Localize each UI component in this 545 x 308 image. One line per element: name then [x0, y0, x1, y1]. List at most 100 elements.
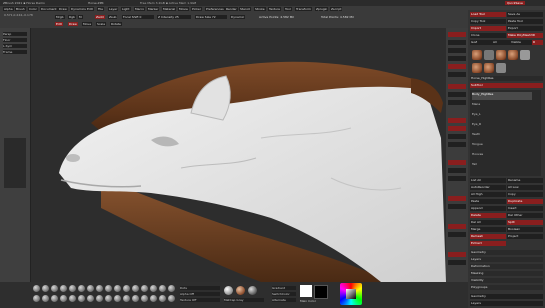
all-button[interactable]: All	[492, 40, 510, 45]
main-color-swatch[interactable]	[300, 285, 312, 297]
brush-icon[interactable]	[114, 295, 121, 302]
material-sphere-icon[interactable]	[224, 286, 233, 295]
quicksave-button[interactable]: QuickSave	[505, 1, 525, 5]
color-picker-square[interactable]	[346, 289, 356, 299]
subtool-item[interactable]: Tongue	[472, 142, 532, 150]
subtool-item[interactable]: Eye_L	[472, 112, 532, 120]
project-button[interactable]: Project	[507, 234, 543, 239]
brush-icon[interactable]	[33, 295, 40, 302]
right-shelf-button[interactable]	[448, 48, 466, 53]
clone-button[interactable]: Clone	[470, 33, 506, 38]
brush-icon[interactable]	[69, 295, 76, 302]
split-button[interactable]: Split	[507, 220, 543, 225]
paste-button[interactable]: Paste	[470, 199, 506, 204]
menu-zscript[interactable]: Zscript	[330, 7, 343, 11]
move-button[interactable]: Move	[82, 22, 93, 26]
alternate-button[interactable]: Alternate	[272, 298, 296, 302]
right-shelf-button[interactable]	[448, 134, 466, 139]
brush-icon[interactable]	[42, 285, 49, 292]
masking-section[interactable]: Masking	[470, 271, 543, 276]
subtool-item[interactable]: Body_HighRes	[472, 92, 532, 100]
geometry-footer[interactable]: Geometry	[470, 294, 543, 299]
menu-movie[interactable]: Movie	[178, 7, 189, 11]
right-shelf-button[interactable]	[448, 142, 466, 147]
brush-icon[interactable]	[105, 295, 112, 302]
import-button[interactable]: Import	[470, 26, 506, 31]
menu-texture[interactable]: Texture	[268, 7, 281, 11]
subtool-item[interactable]: Eye_R	[472, 122, 532, 130]
right-shelf-button[interactable]	[448, 100, 466, 105]
menu-preferences[interactable]: Preferences	[205, 7, 225, 11]
brush-icon[interactable]	[168, 295, 175, 302]
right-shelf-button[interactable]	[448, 64, 466, 69]
focal-shift-slider[interactable]: Focal Shift 0	[122, 15, 154, 19]
zsub-toggle[interactable]: Zsub	[108, 15, 118, 19]
brush-icon[interactable]	[60, 285, 67, 292]
subtool-item[interactable]: Tail	[472, 162, 532, 170]
brush-icon[interactable]	[96, 285, 103, 292]
deformation-section[interactable]: Deformation	[470, 264, 543, 269]
z-intensity-slider[interactable]: Z Intensity 25	[157, 15, 191, 19]
tool-thumbnail[interactable]	[520, 50, 530, 60]
menu-render[interactable]: Render	[225, 7, 238, 11]
tool-thumbnail[interactable]	[508, 50, 518, 60]
brush-icon[interactable]	[132, 285, 139, 292]
brush-icon[interactable]	[105, 285, 112, 292]
layers-section[interactable]: Layers	[470, 257, 543, 262]
left-shelf-item[interactable]: Frame	[3, 50, 27, 54]
menu-color[interactable]: Color	[28, 7, 38, 11]
geometry-section[interactable]: Geometry	[470, 250, 543, 255]
goz-button[interactable]: GoZ	[470, 40, 492, 45]
brush-icon[interactable]	[60, 295, 67, 302]
menu-light[interactable]: Light	[121, 7, 131, 11]
menu-dynamics[interactable]: Dynamics	[70, 7, 87, 11]
tool-thumbnail[interactable]	[472, 50, 482, 60]
brush-icon[interactable]	[141, 295, 148, 302]
rename-button[interactable]: Rename	[507, 178, 543, 183]
layers-footer[interactable]: Layers	[470, 301, 543, 306]
right-shelf-button[interactable]	[448, 176, 466, 181]
list-all-button[interactable]: List All	[470, 178, 506, 183]
left-shelf-texture-slot[interactable]	[4, 138, 26, 188]
right-shelf-button[interactable]	[448, 160, 466, 165]
subtool-section-header[interactable]: SubTool	[470, 83, 543, 88]
brush-icon[interactable]	[51, 285, 58, 292]
brush-icon[interactable]	[132, 295, 139, 302]
export-button[interactable]: Export	[507, 26, 543, 31]
all-low-button[interactable]: All Low	[507, 185, 543, 190]
make-polymesh-button[interactable]: Make PolyMesh3D	[507, 33, 543, 38]
subtool-item[interactable]: Hooves	[472, 152, 532, 160]
right-shelf-button[interactable]	[448, 92, 466, 97]
brush-icon[interactable]	[78, 285, 85, 292]
brush-icon[interactable]	[168, 285, 175, 292]
save-as-button[interactable]: Save As	[507, 12, 543, 17]
menu-material[interactable]: Material	[162, 7, 177, 11]
brush-icon[interactable]	[96, 295, 103, 302]
tool-thumbnail[interactable]	[484, 63, 494, 73]
brush-icon[interactable]	[123, 295, 130, 302]
material-sphere-icon[interactable]	[236, 286, 245, 295]
r-button[interactable]: R	[532, 40, 543, 45]
remesh-button[interactable]: Remesh	[470, 234, 506, 239]
menu-zplugin[interactable]: Zplugin	[315, 7, 329, 11]
stroke-selector[interactable]: Dots	[180, 286, 220, 290]
brush-icon[interactable]	[87, 295, 94, 302]
duplicate-button[interactable]: Duplicate	[507, 199, 543, 204]
menu-stroke[interactable]: Stroke	[254, 7, 266, 11]
right-shelf-button[interactable]	[448, 252, 466, 257]
del-all-button[interactable]: Del All	[470, 220, 506, 225]
secondary-color-swatch[interactable]	[314, 285, 328, 299]
material-sphere-icon[interactable]	[248, 286, 257, 295]
right-shelf-button[interactable]	[448, 260, 466, 265]
left-shelf-item[interactable]: Floor	[3, 38, 27, 42]
dynamic-toggle[interactable]: Dynamic	[230, 15, 246, 19]
menu-edit[interactable]: Edit	[86, 7, 94, 11]
menu-tool[interactable]: Tool	[284, 7, 292, 11]
alpha-selector[interactable]: Alpha Off	[180, 292, 220, 296]
autoreorder-button[interactable]: AutoReorder	[470, 185, 506, 190]
right-shelf-button[interactable]	[448, 40, 466, 45]
gradient-toggle[interactable]: Gradient	[272, 286, 296, 290]
zadd-toggle[interactable]: Zadd	[95, 15, 105, 19]
right-shelf-button[interactable]	[448, 56, 466, 61]
canvas-viewport[interactable]	[30, 28, 446, 282]
